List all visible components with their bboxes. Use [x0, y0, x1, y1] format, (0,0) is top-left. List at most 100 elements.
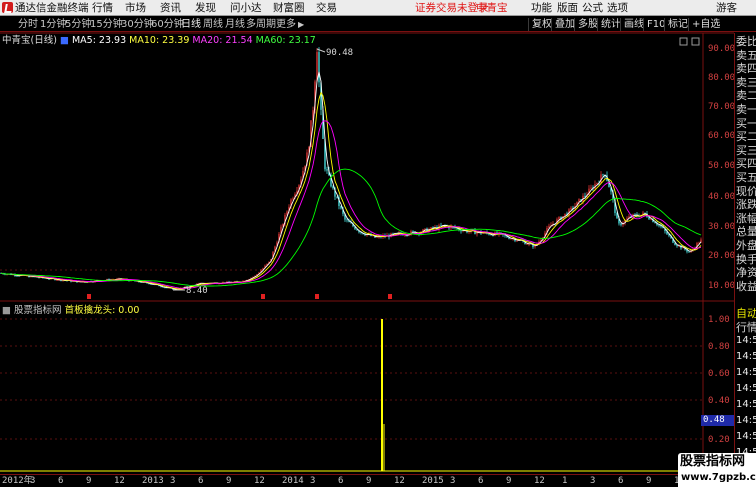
- site-watermark: 股票指标网 www.7gpzb.com: [678, 453, 756, 487]
- candle-body: [620, 223, 622, 226]
- x-tick-label: 6: [618, 476, 624, 486]
- candlesticks: [0, 47, 702, 291]
- x-tick-label: 9: [366, 476, 372, 486]
- ind-y-tick-label: 0.80: [708, 342, 730, 352]
- quote-field-label: 买一: [736, 116, 756, 130]
- quote-field-label: 卖五: [736, 48, 756, 62]
- y-tick-label: 70.00: [708, 102, 735, 112]
- candle-body: [318, 52, 320, 83]
- quotes-label[interactable]: 行情: [736, 321, 756, 334]
- candle-body: [326, 169, 328, 171]
- quote-field-label: 卖二: [736, 89, 756, 103]
- y-tick-label: 60.00: [708, 131, 735, 141]
- quote-field-label: 净资: [736, 266, 756, 280]
- x-tick-label: 3: [30, 476, 36, 486]
- trade-time: 14:50: [736, 431, 756, 442]
- auto-label[interactable]: 自动: [736, 307, 756, 320]
- kline-chart-canvas[interactable]: 90.48 8.40 90.00 80.00 70.00 60.00 50.00…: [0, 0, 756, 487]
- indicator-current-value: 0.48: [701, 415, 734, 426]
- quote-field-label: 收益: [736, 279, 756, 293]
- indicator-title-bar: ■ 股票指标网 首板擒龙头: 0.00: [2, 305, 139, 317]
- low-label: 8.40: [186, 286, 208, 296]
- x-tick-label: 12: [254, 476, 265, 486]
- x-tick-label: 2015: [422, 476, 444, 486]
- x-tick-label: 1: [562, 476, 568, 486]
- x-tick-label: 9: [646, 476, 652, 486]
- watermark-title: 股票指标网: [680, 454, 746, 469]
- candle-body: [516, 240, 518, 242]
- candle-body: [526, 244, 528, 245]
- high-label: 90.48: [326, 48, 353, 58]
- y-tick-label: 80.00: [708, 73, 735, 83]
- candle-body: [440, 225, 442, 227]
- candle-body: [558, 216, 560, 220]
- x-tick-label: 3: [590, 476, 596, 486]
- x-tick-label: 9: [506, 476, 512, 486]
- candle-body: [424, 228, 426, 230]
- trade-time: 14:50: [736, 367, 756, 378]
- x-tick-label: 9: [86, 476, 92, 486]
- indicator-formula[interactable]: 首板擒龙头: 0.00: [65, 305, 140, 316]
- event-marker: [261, 294, 265, 299]
- quote-field-label: 总量: [736, 225, 756, 239]
- x-tick-label: 9: [226, 476, 232, 486]
- x-tick-label: 12: [394, 476, 405, 486]
- candle-body: [596, 182, 598, 184]
- x-tick-label: 6: [58, 476, 64, 486]
- indicator-site-name: 股票指标网: [14, 305, 62, 316]
- ma5-value: MA5: 23.93: [71, 35, 127, 46]
- x-tick-label: 3: [310, 476, 316, 486]
- quote-field-label: 买五: [736, 171, 756, 184]
- x-tick-label: 3: [450, 476, 456, 486]
- candle-body: [688, 251, 690, 253]
- y-tick-label: 90.00: [708, 44, 735, 54]
- ma60-value: MA60: 23.17: [255, 35, 316, 46]
- window-icon[interactable]: [691, 37, 700, 46]
- quote-field-label: 买三: [736, 143, 756, 157]
- quote-field-label: 买四: [736, 157, 756, 171]
- ind-y-tick-label: 1.00: [708, 315, 730, 325]
- x-tick-label: 12: [534, 476, 545, 486]
- ma5-line: [0, 71, 702, 291]
- high-pointer: [316, 48, 326, 53]
- quote-field-label: 卖一: [736, 103, 756, 116]
- x-tick-label: 6: [198, 476, 204, 486]
- ind-y-tick-label: 0.60: [708, 369, 730, 379]
- candle-body: [584, 195, 586, 197]
- quote-field-label: 换手: [736, 252, 756, 266]
- indicator-settings-icon[interactable]: ■: [2, 305, 11, 316]
- event-marker: [388, 294, 392, 299]
- expand-icon[interactable]: [679, 37, 688, 46]
- x-tick-label: 6: [478, 476, 484, 486]
- y-tick-label: 10.00: [708, 281, 735, 291]
- quote-field-label: 现价: [736, 184, 756, 198]
- candle-body: [602, 174, 604, 176]
- x-tick-label: 2012年: [2, 476, 33, 486]
- candle-body: [578, 199, 580, 202]
- candle-body: [346, 219, 348, 221]
- quote-field-label: 委比: [736, 35, 756, 48]
- x-tick-label: 2014: [282, 476, 304, 486]
- ma60-line: [0, 168, 702, 287]
- quote-field-label: 卖四: [736, 62, 756, 76]
- quote-field-label: 买二: [736, 130, 756, 144]
- indicator-grid: [0, 318, 703, 440]
- event-marker: [315, 294, 319, 299]
- event-marker: [87, 294, 91, 299]
- ind-y-tick-label: 0.40: [708, 396, 730, 406]
- candle-body: [292, 198, 294, 200]
- trade-time: 14:50: [736, 399, 756, 410]
- moving-averages: [0, 71, 702, 291]
- quote-field-label: 涨跌: [736, 198, 756, 212]
- x-tick-label: 2013: [142, 476, 164, 486]
- trade-time: 14:50: [736, 383, 756, 394]
- trade-time: 14:50: [736, 351, 756, 362]
- ma20-line: [0, 120, 702, 289]
- ma20-value: MA20: 21.54: [192, 35, 253, 46]
- candle-body: [412, 231, 414, 232]
- y-tick-label: 30.00: [708, 222, 735, 232]
- ma-info-bar: 中青宝(日线) ■ MA5: 23.93 MA10: 23.39 MA20: 2…: [2, 35, 316, 46]
- x-tick-label: 6: [338, 476, 344, 486]
- date-xaxis: 2012年 3 6 9 12 2013 3 6 9 12 2014 3 6 9 12 2015 3 6 9 12 1 3 6…: [0, 474, 706, 487]
- quote-field-label: 卖三: [736, 75, 756, 89]
